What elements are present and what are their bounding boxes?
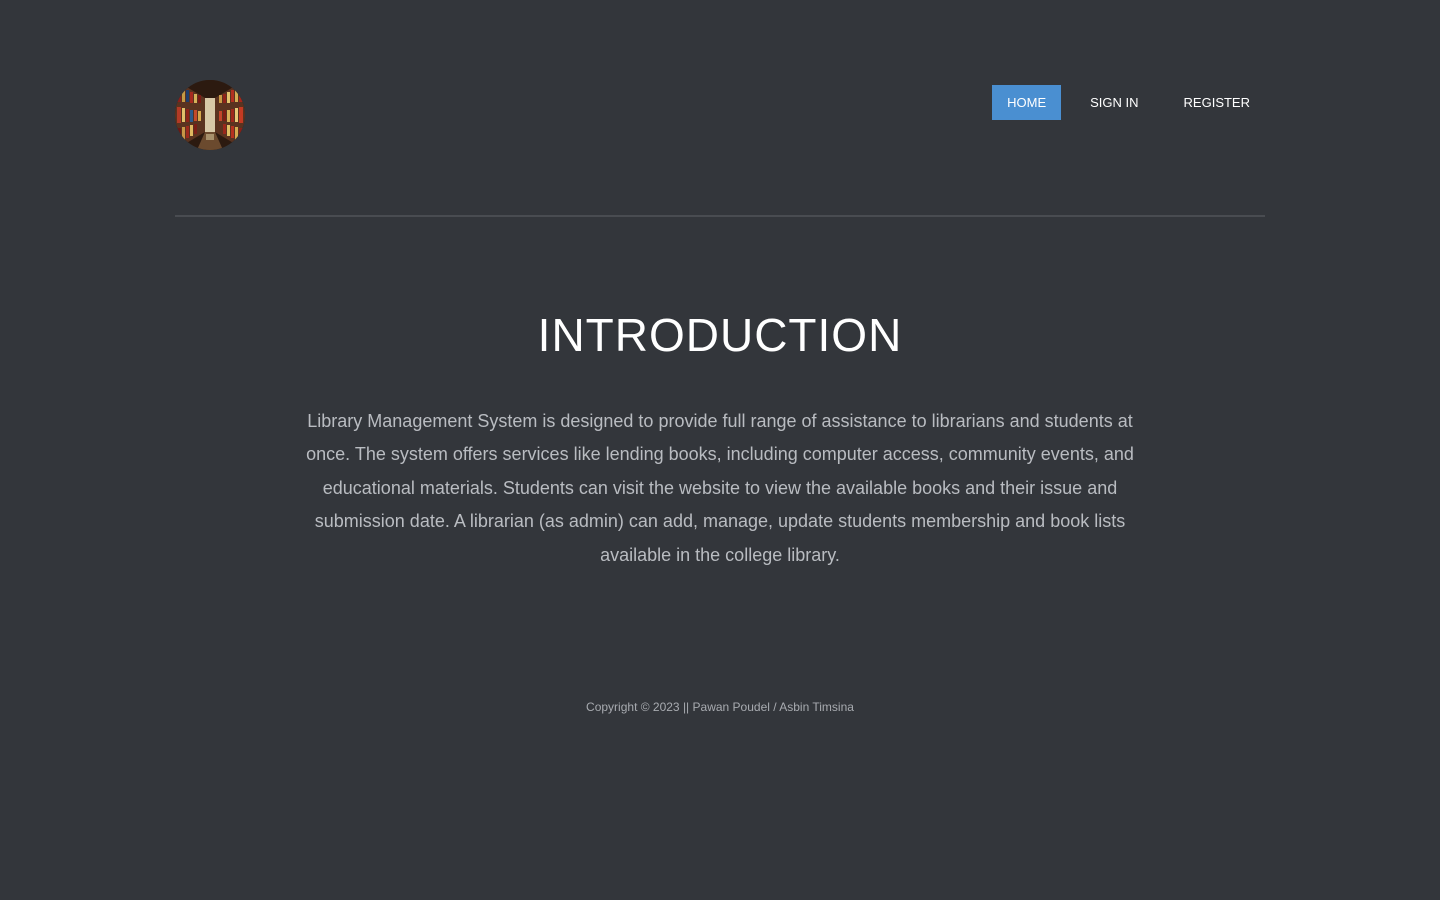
nav-home-link[interactable]: HOME (992, 85, 1062, 120)
bookshelf-image (175, 80, 245, 150)
copyright-text: Copyright © 2023 || Pawan Poudel / Asbin… (586, 700, 854, 714)
introduction-text: Library Management System is designed to… (306, 411, 1134, 565)
page-title: INTRODUCTION (537, 309, 903, 361)
nav-sign-in-link[interactable]: SIGN IN (1075, 85, 1153, 120)
site-footer: Copyright © 2023 || Pawan Poudel / Asbin… (0, 700, 1440, 714)
site-header: HOME SIGN IN REGISTER (175, 80, 1265, 217)
nav-register-link[interactable]: REGISTER (1169, 85, 1265, 120)
introduction-section: INTRODUCTION Library Management System i… (0, 305, 1440, 572)
library-logo-icon[interactable] (175, 80, 245, 150)
main-nav: HOME SIGN IN REGISTER (992, 85, 1265, 120)
page: HOME SIGN IN REGISTER INTRODUCTION Libra… (0, 0, 1440, 900)
